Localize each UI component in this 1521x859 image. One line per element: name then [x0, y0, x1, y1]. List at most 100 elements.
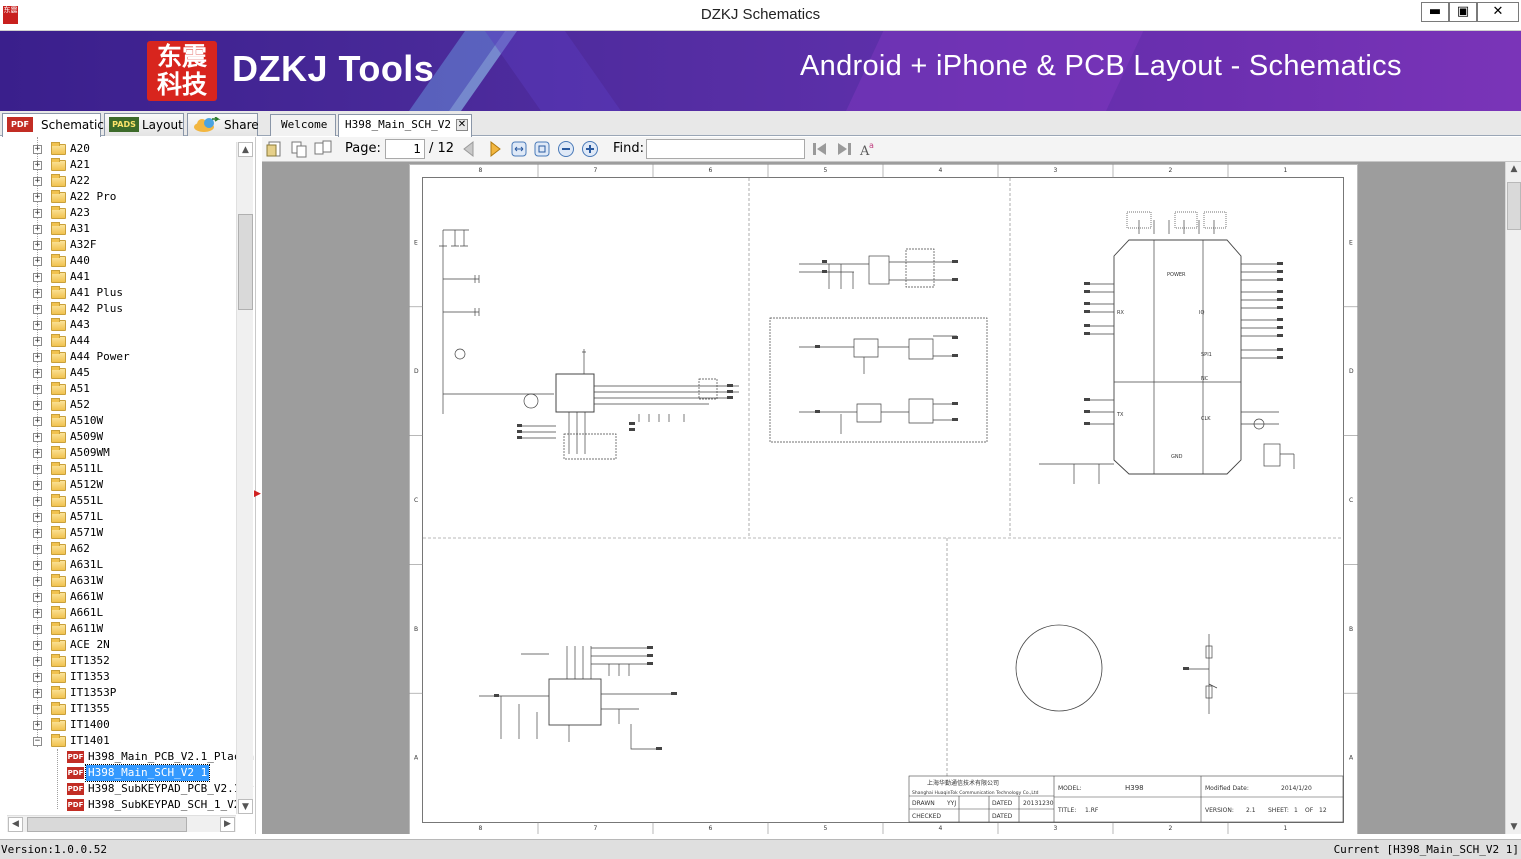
tree-folder-item[interactable]: + A41: [0, 269, 236, 285]
tree-folder-item[interactable]: + A52: [0, 397, 236, 413]
tree-file-item[interactable]: PDF H398_SubKEYPAD_SCH_1_V2.1: [0, 797, 254, 813]
expand-icon[interactable]: +: [33, 433, 42, 442]
expand-icon[interactable]: +: [33, 513, 42, 522]
scroll-left-icon[interactable]: ◀: [8, 817, 23, 832]
tree-folder-item[interactable]: + IT1352: [0, 653, 236, 669]
tree-file-item[interactable]: PDF H398_Main_SCH_V2 1: [0, 764, 236, 782]
expand-icon[interactable]: +: [33, 401, 42, 410]
expand-icon[interactable]: +: [33, 497, 42, 506]
tree-folder-item[interactable]: + A43: [0, 317, 236, 333]
expand-icon[interactable]: +: [33, 273, 42, 282]
tree-folder-item[interactable]: + A631L: [0, 557, 236, 573]
maximize-button[interactable]: ▣: [1449, 2, 1477, 22]
scroll-down-icon[interactable]: ▼: [238, 799, 253, 814]
hscroll-thumb[interactable]: [27, 817, 187, 832]
next-page-icon[interactable]: [486, 140, 504, 158]
tree-folder-item[interactable]: + IT1400: [0, 717, 236, 733]
expand-icon[interactable]: +: [33, 369, 42, 378]
expand-icon[interactable]: +: [33, 641, 42, 650]
expand-icon[interactable]: +: [33, 385, 42, 394]
tree-folder-item[interactable]: + A41 Plus: [0, 285, 236, 301]
expand-icon[interactable]: +: [33, 481, 42, 490]
expand-icon[interactable]: +: [33, 337, 42, 346]
tree-folder-item[interactable]: + A631W: [0, 573, 236, 589]
expand-icon[interactable]: +: [33, 529, 42, 538]
tree-folder-item[interactable]: + A23: [0, 205, 236, 221]
viewer-vertical-scrollbar[interactable]: ▲ ▼: [1505, 162, 1521, 834]
tree-folder-item[interactable]: + IT1355: [0, 701, 236, 717]
tree-folder-item[interactable]: + A22 Pro: [0, 189, 236, 205]
tree-folder-item[interactable]: + A511L: [0, 461, 236, 477]
zoom-out-icon[interactable]: [557, 140, 575, 158]
tree-folder-item[interactable]: + A611W: [0, 621, 236, 637]
tree-file-item[interactable]: PDF H398_SubKEYPAD_PCB_V2.1_P: [0, 781, 254, 797]
find-previous-icon[interactable]: [811, 140, 829, 158]
tab-share[interactable]: Share: [187, 113, 259, 136]
expand-icon[interactable]: +: [33, 449, 42, 458]
expand-icon[interactable]: +: [33, 673, 42, 682]
tree-folder-item-open[interactable]: − IT1401: [0, 733, 236, 749]
scroll-right-icon[interactable]: ▶: [220, 817, 235, 832]
expand-icon[interactable]: +: [33, 305, 42, 314]
tree-folder-item[interactable]: + A20: [0, 141, 236, 157]
page-number-input[interactable]: 1: [385, 139, 425, 159]
fit-page-icon[interactable]: [533, 140, 551, 158]
tree-horizontal-scrollbar[interactable]: ◀ ▶: [7, 815, 236, 832]
close-button[interactable]: ✕: [1477, 2, 1519, 22]
tree-folder-item[interactable]: + A509W: [0, 429, 236, 445]
tree-folder-item[interactable]: + A509WM: [0, 445, 236, 461]
expand-icon[interactable]: +: [33, 353, 42, 362]
expand-icon[interactable]: +: [33, 241, 42, 250]
viewer-scroll-down-icon[interactable]: ▼: [1507, 820, 1521, 834]
doc-tab-current[interactable]: H398_Main_SCH_V2 1 ✕: [338, 114, 472, 137]
pages-icon[interactable]: [314, 140, 332, 158]
previous-page-icon[interactable]: [460, 140, 478, 158]
tree-folder-item[interactable]: + A42 Plus: [0, 301, 236, 317]
tree-folder-item[interactable]: + A661W: [0, 589, 236, 605]
expand-icon[interactable]: +: [33, 625, 42, 634]
tab-layout[interactable]: PADS Layout: [104, 113, 184, 136]
tree-folder-item[interactable]: + A551L: [0, 493, 236, 509]
tree-folder-item[interactable]: + A571W: [0, 525, 236, 541]
expand-icon[interactable]: +: [33, 561, 42, 570]
tree-vertical-scrollbar[interactable]: ▲ ▼: [236, 142, 253, 814]
expand-icon[interactable]: +: [33, 193, 42, 202]
find-input[interactable]: [646, 139, 805, 159]
viewer-scroll-thumb[interactable]: [1507, 182, 1521, 230]
tree-folder-item[interactable]: + IT1353: [0, 669, 236, 685]
tree-folder-item[interactable]: + A661L: [0, 605, 236, 621]
expand-icon[interactable]: +: [33, 257, 42, 266]
tree-folder-item[interactable]: + IT1353P: [0, 685, 236, 701]
scroll-thumb[interactable]: [238, 214, 253, 310]
document-viewer[interactable]: 8877665544332211EEDDCCBBAA POWER RX IQ S…: [262, 162, 1505, 834]
expand-icon[interactable]: +: [33, 417, 42, 426]
zoom-in-icon[interactable]: [581, 140, 599, 158]
expand-icon[interactable]: +: [33, 657, 42, 666]
doc-tab-welcome[interactable]: Welcome: [270, 114, 336, 136]
expand-icon[interactable]: +: [33, 209, 42, 218]
collapse-icon[interactable]: −: [33, 737, 42, 746]
expand-icon[interactable]: +: [33, 721, 42, 730]
fit-width-icon[interactable]: [510, 140, 528, 158]
expand-icon[interactable]: +: [33, 161, 42, 170]
tree-folder-item[interactable]: + A22: [0, 173, 236, 189]
expand-icon[interactable]: +: [33, 705, 42, 714]
tree-folder-item[interactable]: + A62: [0, 541, 236, 557]
tree-folder-item[interactable]: + A51: [0, 381, 236, 397]
scroll-up-icon[interactable]: ▲: [238, 142, 253, 157]
tree-folder-item[interactable]: + A512W: [0, 477, 236, 493]
viewer-scroll-up-icon[interactable]: ▲: [1507, 162, 1521, 176]
tree-folder-item[interactable]: + A571L: [0, 509, 236, 525]
tree-folder-item[interactable]: + A45: [0, 365, 236, 381]
expand-icon[interactable]: +: [33, 577, 42, 586]
expand-icon[interactable]: +: [33, 689, 42, 698]
tree-folder-item[interactable]: + A510W: [0, 413, 236, 429]
close-tab-icon[interactable]: ✕: [456, 119, 468, 131]
tree-folder-item[interactable]: + A44 Power: [0, 349, 236, 365]
tree-folder-item[interactable]: + A32F: [0, 237, 236, 253]
copy-icon[interactable]: [290, 140, 308, 158]
match-case-icon[interactable]: Aa: [859, 140, 877, 159]
expand-icon[interactable]: +: [33, 321, 42, 330]
expand-icon[interactable]: +: [33, 545, 42, 554]
expand-icon[interactable]: +: [33, 289, 42, 298]
